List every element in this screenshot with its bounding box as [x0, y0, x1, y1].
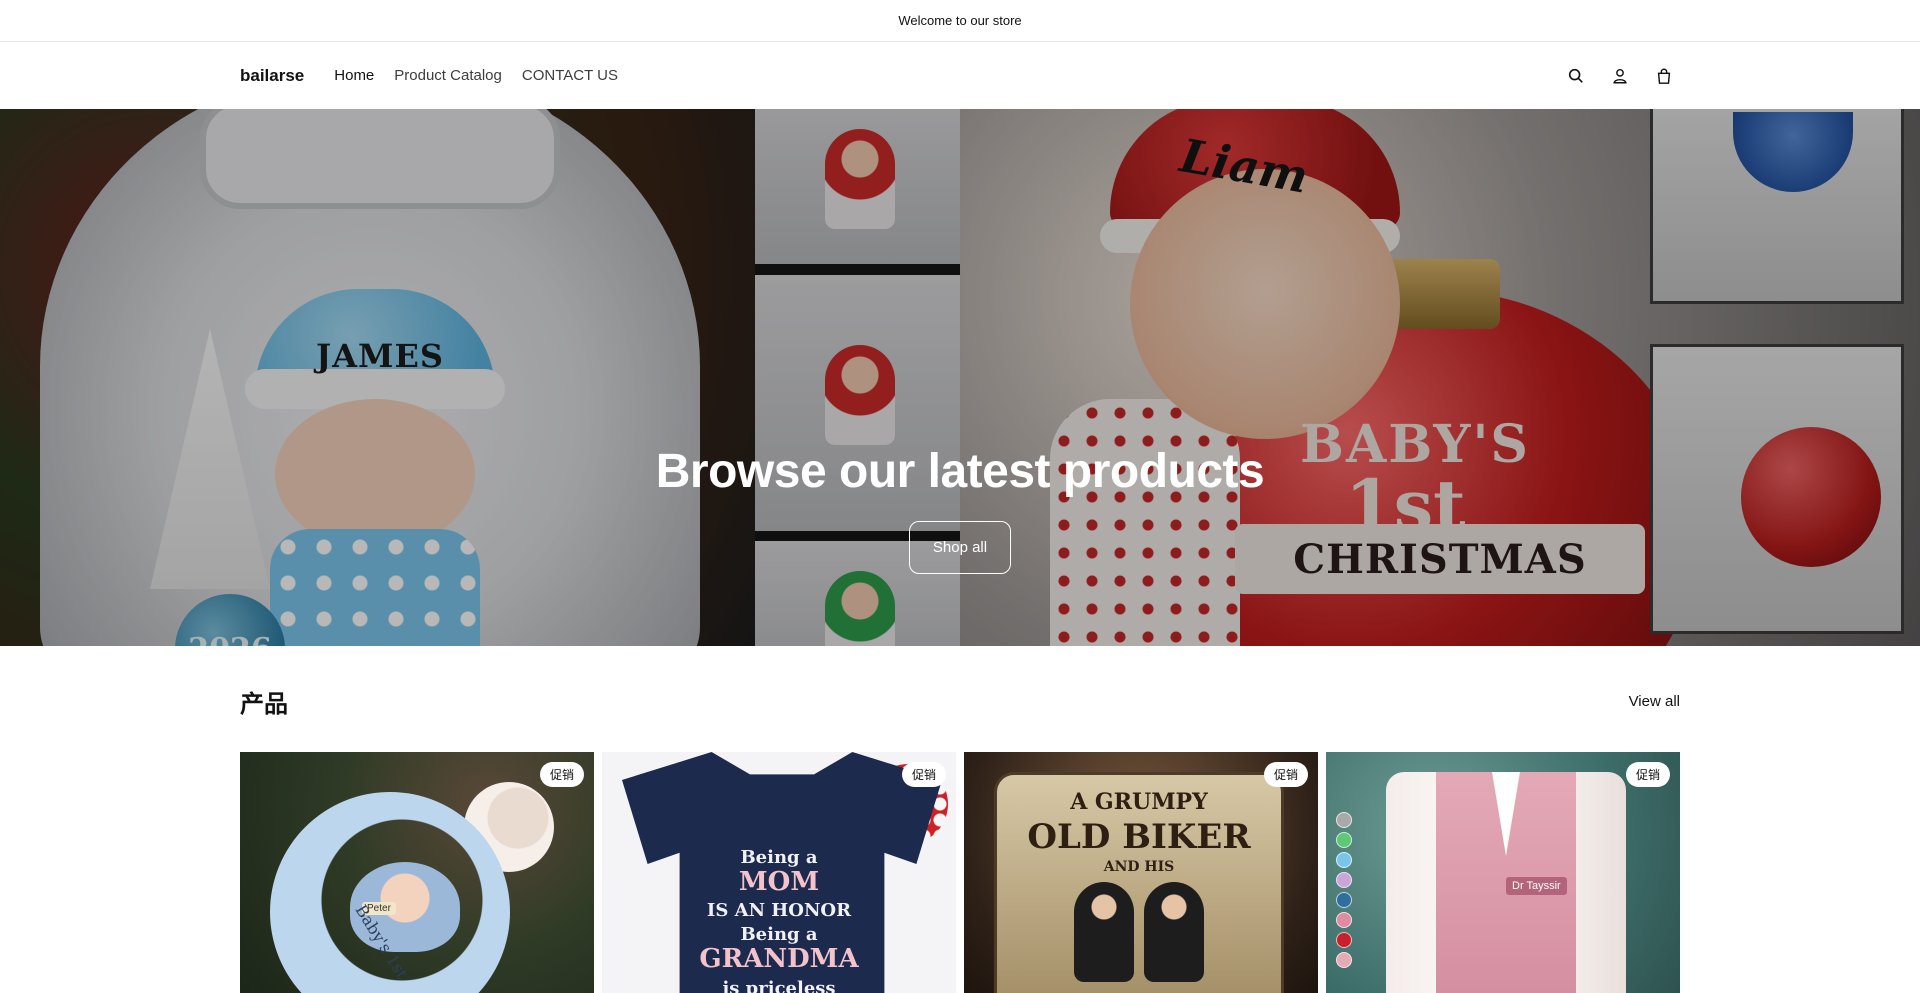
- sale-badge: 促销: [1263, 762, 1308, 787]
- hero-banner: JAMES 2026 Liam BABY'S 1st CHRISTMAS Bro…: [0, 109, 1920, 646]
- account-icon[interactable]: [1604, 60, 1636, 92]
- product-card[interactable]: 促销 Peter Baby's 1st: [240, 752, 594, 993]
- color-swatch: [1336, 812, 1352, 828]
- view-all-link[interactable]: View all: [1629, 693, 1680, 710]
- product-card[interactable]: 促销 A GRUMPY OLD BIKER AND HIS: [964, 752, 1318, 993]
- product-card[interactable]: 促销 Dr Tayssir: [1326, 752, 1680, 993]
- product-grid: 促销 Peter Baby's 1st 促销 Being a MOM IS AN…: [240, 752, 1680, 993]
- product-image-text: MOM: [738, 867, 820, 897]
- product-image-text: Being a: [740, 924, 818, 945]
- nav-product-catalog[interactable]: Product Catalog: [384, 67, 512, 84]
- products-heading: 产品: [240, 690, 288, 718]
- cart-icon[interactable]: [1648, 60, 1680, 92]
- site-header: bailarse Home Product Catalog CONTACT US: [0, 42, 1920, 109]
- product-image-text: A GRUMPY: [1070, 789, 1208, 815]
- color-swatch: [1336, 912, 1352, 928]
- sale-badge: 促销: [539, 762, 584, 787]
- color-swatch: [1336, 832, 1352, 848]
- color-swatch: [1336, 952, 1352, 968]
- main-nav: Home Product Catalog CONTACT US: [324, 67, 628, 84]
- color-swatch: [1336, 852, 1352, 868]
- product-image-text: GRANDMA: [699, 944, 859, 974]
- product-image-text: is priceless: [722, 978, 836, 993]
- product-image-text: Dr Tayssir: [1506, 877, 1567, 895]
- announcement-text: Welcome to our store: [898, 13, 1022, 28]
- brand-logo[interactable]: bailarse: [240, 66, 304, 86]
- hero-title: Browse our latest products: [655, 445, 1265, 498]
- sale-badge: 促销: [901, 762, 946, 787]
- nav-home[interactable]: Home: [324, 67, 384, 84]
- color-swatch: [1336, 892, 1352, 908]
- hero-content: Browse our latest products Shop all: [0, 444, 1920, 574]
- search-icon[interactable]: [1560, 60, 1592, 92]
- product-image-text: IS AN HONOR: [706, 900, 852, 921]
- sale-badge: 促销: [1625, 762, 1670, 787]
- color-swatches: [1336, 812, 1352, 968]
- product-card[interactable]: 促销 Being a MOM IS AN HONOR Being a GRAND…: [602, 752, 956, 993]
- product-image-text: OLD BIKER: [1027, 817, 1251, 857]
- product-image-text: Being a: [740, 847, 818, 868]
- color-swatch: [1336, 932, 1352, 948]
- announcement-bar: Welcome to our store: [0, 0, 1920, 42]
- product-image-text: AND HIS: [1103, 859, 1175, 875]
- featured-products: 产品 View all 促销 Peter Baby's 1st 促销 Being…: [0, 686, 1920, 993]
- header-icons: [1560, 60, 1680, 92]
- nav-contact-us[interactable]: CONTACT US: [512, 67, 628, 84]
- shop-all-button[interactable]: Shop all: [908, 521, 1012, 574]
- color-swatch: [1336, 872, 1352, 888]
